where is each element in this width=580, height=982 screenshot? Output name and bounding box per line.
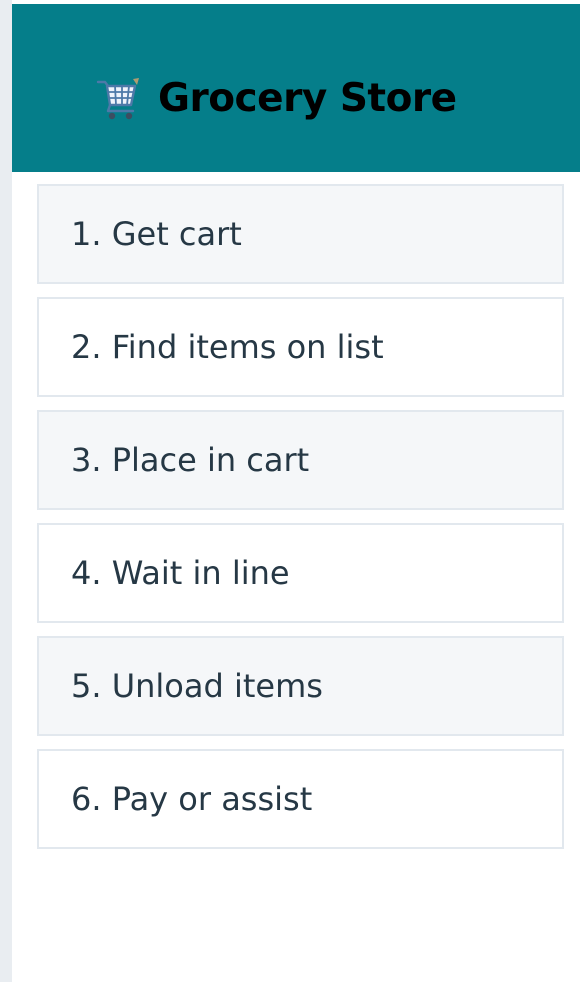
step-list: 1. Get cart 2. Find items on list 3. Pla… (37, 184, 564, 862)
left-rail (0, 0, 12, 982)
list-item-step-6[interactable]: 6. Pay or assist (37, 749, 564, 849)
header-title-row: Grocery Store (94, 66, 457, 130)
list-item-step-4[interactable]: 4. Wait in line (37, 523, 564, 623)
list-item-step-3[interactable]: 3. Place in cart (37, 410, 564, 510)
list-item-step-5[interactable]: 5. Unload items (37, 636, 564, 736)
list-item-step-2[interactable]: 2. Find items on list (37, 297, 564, 397)
store-header: Grocery Store (12, 4, 580, 172)
shopping-cart-icon (96, 78, 139, 120)
list-item-step-1[interactable]: 1. Get cart (37, 184, 564, 284)
app-frame: Grocery Store 1. Get cart 2. Find items … (0, 0, 580, 982)
page-title: Grocery Store (158, 75, 457, 121)
